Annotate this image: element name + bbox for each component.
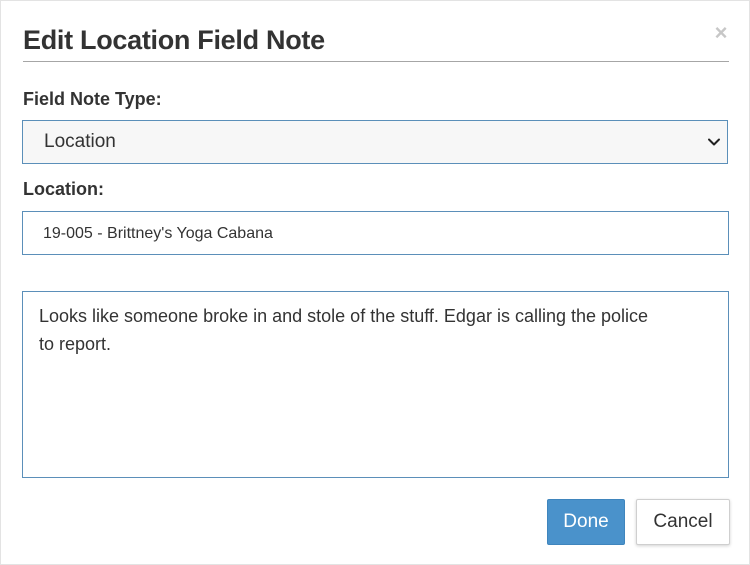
done-button[interactable]: Done [547,499,625,545]
note-textarea[interactable]: Looks like someone broke in and stole of… [22,291,729,478]
edit-field-note-dialog: Edit Location Field Note × Field Note Ty… [0,0,750,565]
location-value: 19-005 - Brittney's Yoga Cabana [43,225,273,242]
title-divider [23,61,729,62]
location-label: Location: [23,179,104,199]
dialog-title: Edit Location Field Note [23,25,325,55]
field-note-type-label: Field Note Type: [23,89,162,109]
note-text: Looks like someone broke in and stole of… [39,306,649,354]
cancel-button[interactable]: Cancel [636,499,730,545]
close-icon[interactable]: × [711,21,731,45]
field-note-type-selected-value: Location [44,131,116,152]
field-note-type-select[interactable]: Location [22,120,728,164]
chevron-down-icon [708,138,720,146]
location-field[interactable]: 19-005 - Brittney's Yoga Cabana [22,211,729,255]
